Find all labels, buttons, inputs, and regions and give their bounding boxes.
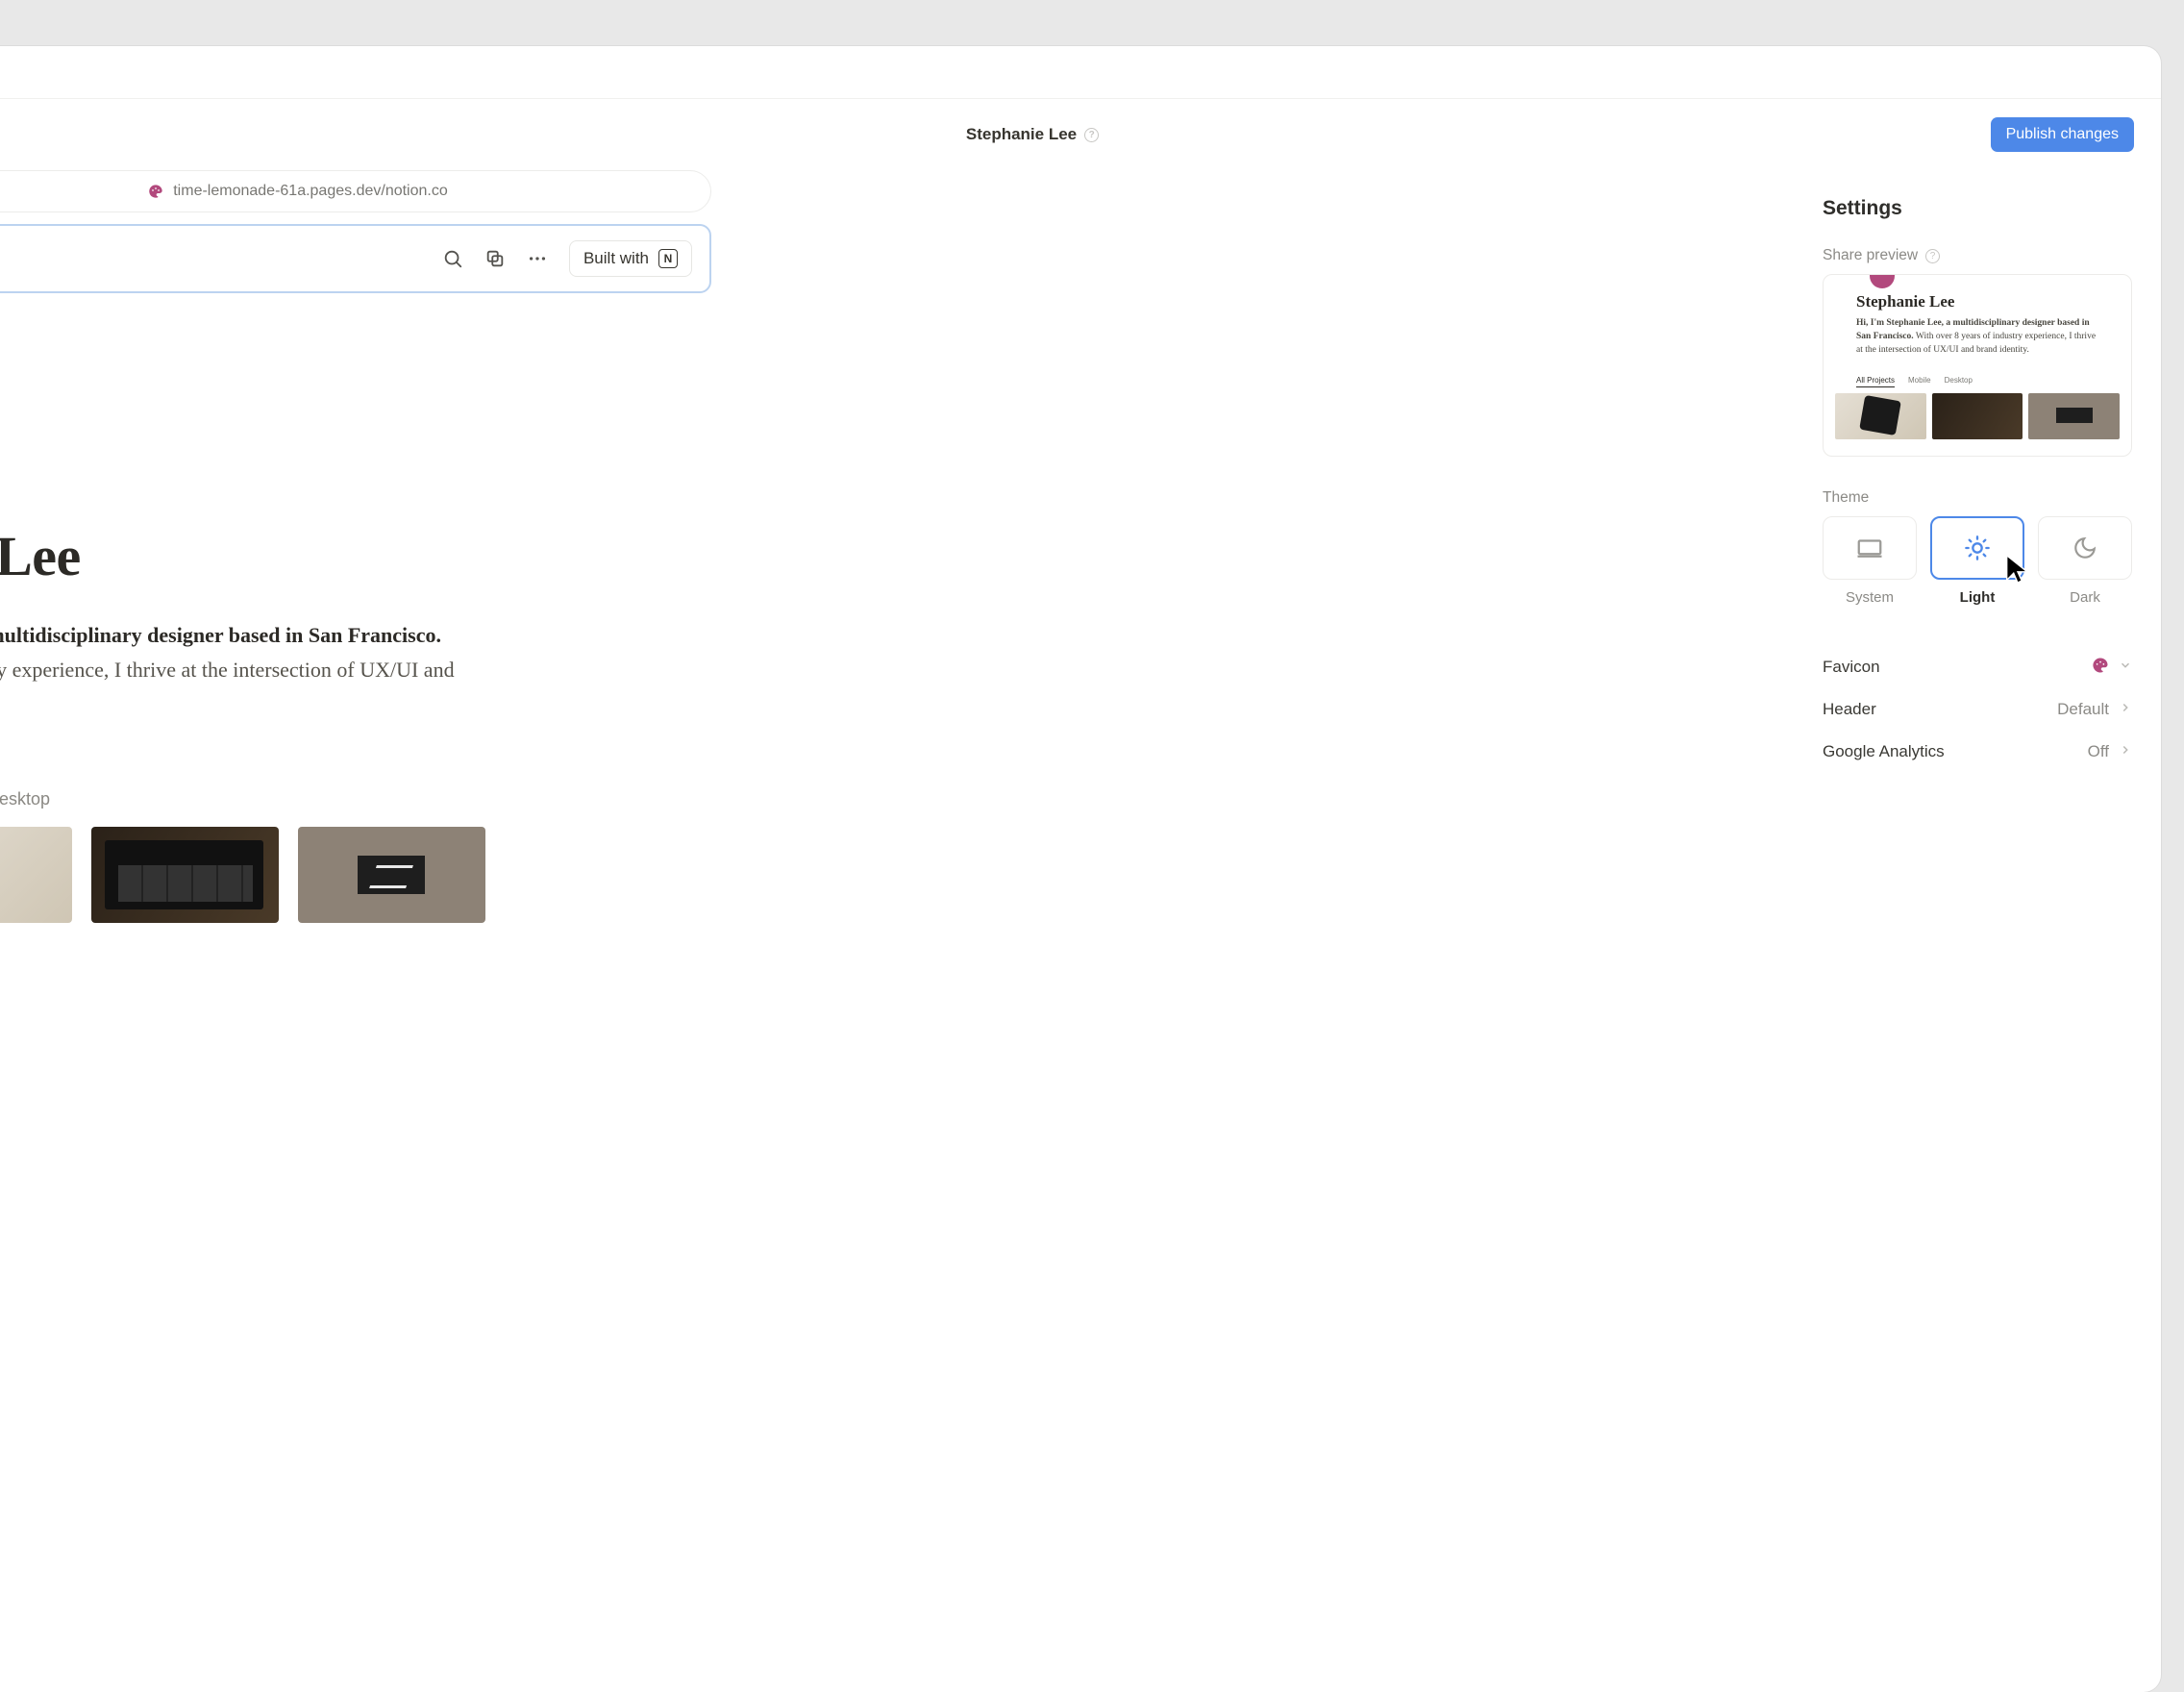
more-icon[interactable] bbox=[527, 248, 548, 269]
preview-heading: anie Lee bbox=[0, 524, 711, 588]
mini-tab-mobile: Mobile bbox=[1908, 376, 1931, 387]
ga-value: Off bbox=[2088, 742, 2109, 761]
tab-desktop[interactable]: Desktop bbox=[0, 789, 50, 809]
chevron-right-icon bbox=[2119, 742, 2132, 761]
preview-lead: anie Lee, a multidisciplinary designer b… bbox=[0, 619, 711, 651]
palette-icon bbox=[2092, 657, 2109, 679]
mini-tab-desktop: Desktop bbox=[1945, 376, 1973, 387]
settings-sidebar: Settings Share preview ? Stephanie Lee H… bbox=[1796, 170, 2161, 1692]
preview-frame-toolbar: Built with N bbox=[0, 224, 711, 293]
window-chrome-spacer bbox=[0, 46, 2161, 99]
share-preview-card[interactable]: Stephanie Lee Hi, I'm Stephanie Lee, a m… bbox=[1823, 274, 2132, 457]
preview-gallery bbox=[0, 827, 711, 923]
settings-title: Settings bbox=[1823, 197, 2132, 220]
mini-card bbox=[2028, 393, 2120, 439]
search-icon[interactable] bbox=[442, 248, 463, 269]
header-label: Header bbox=[1823, 700, 1876, 719]
chevron-down-icon bbox=[2119, 658, 2132, 677]
built-with-badge[interactable]: Built with N bbox=[569, 240, 692, 277]
built-with-label: Built with bbox=[583, 249, 649, 268]
gallery-card[interactable] bbox=[0, 827, 72, 923]
theme-option-dark[interactable]: Dark bbox=[2038, 516, 2132, 606]
header-value: Default bbox=[2057, 700, 2109, 719]
mini-card bbox=[1932, 393, 2023, 439]
site-url-pill[interactable]: time-lemonade-61a.pages.dev/notion.co bbox=[0, 170, 711, 212]
chevron-right-icon bbox=[2119, 700, 2132, 719]
mini-card bbox=[1835, 393, 1926, 439]
settings-row-favicon[interactable]: Favicon bbox=[1823, 646, 2132, 688]
notion-icon: N bbox=[658, 249, 678, 268]
theme-option-system[interactable]: System bbox=[1823, 516, 1917, 606]
site-url-text: time-lemonade-61a.pages.dev/notion.co bbox=[173, 183, 448, 200]
palette-icon bbox=[148, 184, 163, 199]
share-card-tabs: All Projects Mobile Desktop bbox=[1856, 376, 2098, 387]
preview-sub-1: ars of industry experience, I thrive at … bbox=[0, 653, 711, 686]
page-preview-content: anie Lee anie Lee, a multidisciplinary d… bbox=[0, 293, 711, 923]
theme-option-light[interactable]: Light bbox=[1930, 516, 2024, 606]
copy-icon[interactable] bbox=[484, 248, 506, 269]
preview-column: time-lemonade-61a.pages.dev/notion.co Bu… bbox=[0, 170, 1796, 1692]
favicon-label: Favicon bbox=[1823, 658, 1880, 677]
title-bar: Stephanie Lee ? Publish changes bbox=[0, 99, 2161, 170]
gallery-card[interactable] bbox=[91, 827, 279, 923]
page-title: Stephanie Lee bbox=[966, 125, 1077, 144]
settings-row-ga[interactable]: Google Analytics Off bbox=[1823, 731, 2132, 773]
help-icon[interactable]: ? bbox=[1084, 128, 1099, 142]
publish-changes-button[interactable]: Publish changes bbox=[1991, 117, 2134, 152]
gallery-card[interactable] bbox=[298, 827, 485, 923]
settings-row-header[interactable]: Header Default bbox=[1823, 688, 2132, 731]
ga-label: Google Analytics bbox=[1823, 742, 1945, 761]
theme-label: Theme bbox=[1823, 489, 2132, 507]
share-card-heading: Stephanie Lee bbox=[1856, 292, 2098, 311]
share-preview-label: Share preview ? bbox=[1823, 247, 2132, 264]
preview-sub-2: . bbox=[0, 688, 711, 722]
preview-tabs: bile Desktop bbox=[0, 789, 711, 809]
help-icon[interactable]: ? bbox=[1925, 249, 1940, 263]
mini-tab-all: All Projects bbox=[1856, 376, 1895, 387]
share-card-gallery bbox=[1824, 393, 2131, 449]
